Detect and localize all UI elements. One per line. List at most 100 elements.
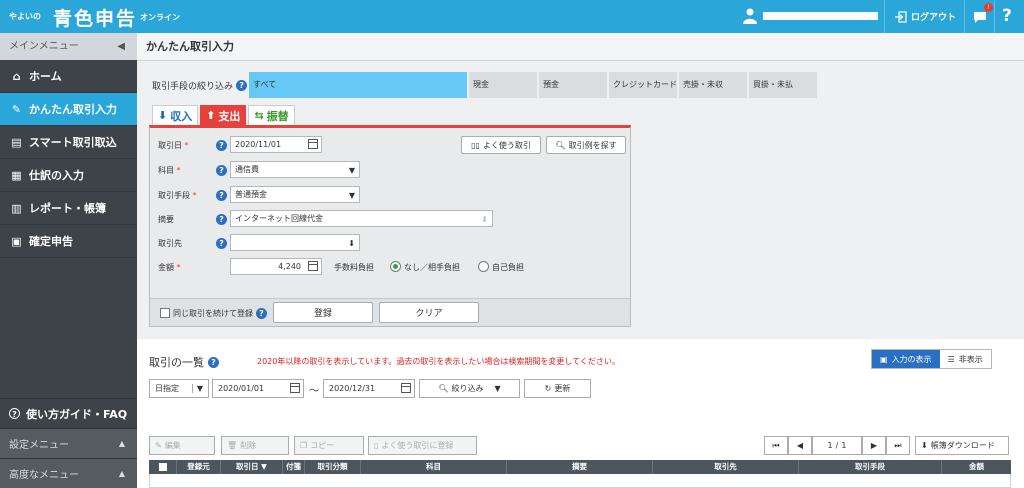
- sidebar-item-home[interactable]: ⌂ ホーム: [0, 60, 137, 93]
- last-page-button[interactable]: ⏭: [886, 436, 910, 455]
- fee-none-radio[interactable]: [390, 261, 401, 272]
- prev-page-icon: ◀: [796, 441, 804, 450]
- delete-button[interactable]: 🗑︎ 削除: [221, 436, 289, 455]
- show-input-button[interactable]: ▣ 入力の表示: [872, 350, 940, 368]
- column-header[interactable]: 取引先: [653, 460, 799, 474]
- account-select[interactable]: 通信費 ▼: [230, 161, 360, 178]
- calculator-icon[interactable]: [308, 261, 318, 271]
- filter-tab-receivable[interactable]: 売掛・未収: [679, 72, 749, 98]
- help-icon[interactable]: ?: [216, 214, 227, 225]
- help-icon[interactable]: ?: [216, 190, 227, 201]
- frequent-transactions-button[interactable]: ▯▯ よく使う取引: [461, 136, 541, 154]
- search-icon: 🔍︎: [438, 384, 449, 393]
- summary-row: 摘要: [158, 210, 220, 228]
- partner-row: 取引先: [158, 234, 220, 252]
- download-button-label: 帳簿ダウンロード: [930, 441, 995, 450]
- select-all-checkbox[interactable]: [158, 463, 167, 471]
- clear-button[interactable]: クリア: [379, 302, 479, 323]
- tab-expense[interactable]: ⬆ 支出: [200, 105, 247, 125]
- filter-tab-deposit[interactable]: 預金: [539, 72, 609, 98]
- refresh-button[interactable]: ↻ 更新: [524, 379, 591, 398]
- download-ledger-button[interactable]: ⬇ 帳簿ダウンロード: [915, 436, 1009, 455]
- sidebar-item-journal[interactable]: ▦ 仕訳の入力: [0, 159, 137, 192]
- filter-tab-credit-card[interactable]: クレジットカード: [609, 72, 679, 98]
- filter-button[interactable]: 🔍︎ 絞り込み ▼: [419, 379, 520, 398]
- continue-checkbox[interactable]: [160, 308, 170, 318]
- method-row: 取引手段 *: [158, 186, 220, 204]
- advanced-menu[interactable]: 高度なメニュー ▲: [0, 458, 137, 488]
- calendar-icon[interactable]: [401, 383, 411, 393]
- list-notice: 2020年以降の取引を表示しています。過去の取引を表示したい場合は検索期間を変更…: [257, 357, 620, 366]
- sidebar-item-reports[interactable]: ▥ レポート・帳簿: [0, 192, 137, 225]
- user-icon[interactable]: [743, 8, 757, 24]
- column-header[interactable]: 金額: [942, 460, 1011, 474]
- trash-icon: 🗑︎: [227, 441, 238, 450]
- next-page-button[interactable]: ▶: [862, 436, 886, 455]
- tab-income[interactable]: ⬇ 収入: [152, 105, 199, 125]
- settings-menu[interactable]: 設定メニュー ▲: [0, 428, 137, 458]
- column-header[interactable]: 取引日 ▼: [221, 460, 283, 474]
- sidebar-item-smart-import[interactable]: ▤ スマート取引取込: [0, 126, 137, 159]
- list-title-wrap: 取引の一覧 ?: [149, 354, 219, 370]
- transaction-type-tabs: ⬇ 収入 ⬆ 支出 ⇆ 振替: [152, 105, 295, 125]
- save-frequent-button[interactable]: ▯ よく使う取引に登録: [368, 436, 477, 455]
- help-icon[interactable]: ?: [216, 238, 227, 249]
- edit-button[interactable]: ✎ 編集: [149, 436, 215, 455]
- help-icon[interactable]: ?: [1002, 6, 1012, 26]
- select-all-checkbox-cell[interactable]: [149, 460, 177, 474]
- calendar-icon[interactable]: [308, 139, 318, 149]
- download-arrow-icon[interactable]: ⬇: [348, 236, 355, 251]
- register-button[interactable]: 登録: [273, 302, 373, 323]
- sidebar-item-easy-entry[interactable]: ✎ かんたん取引入力: [0, 93, 137, 126]
- hide-input-button[interactable]: ☰ 非表示: [940, 350, 991, 368]
- collapse-menu-icon[interactable]: ◀: [117, 33, 125, 60]
- date-value: 2020/11/01: [235, 140, 282, 149]
- sidebar-item-tax-return[interactable]: ▣ 確定申告: [0, 225, 137, 258]
- find-examples-button[interactable]: 🔍︎ 取引例を探す: [546, 136, 626, 154]
- fee-self-radio[interactable]: [478, 261, 489, 272]
- column-header[interactable]: 取引分類: [305, 460, 361, 474]
- filter-tab-payable[interactable]: 買掛・未払: [749, 72, 819, 98]
- logo[interactable]: 青色申告: [53, 4, 137, 31]
- logout-button[interactable]: ログアウト: [895, 10, 956, 23]
- chevron-down-icon: ▼: [191, 384, 203, 393]
- help-icon[interactable]: ?: [256, 308, 267, 319]
- date-from-input[interactable]: 2020/01/01: [212, 379, 304, 398]
- tab-transfer[interactable]: ⇆ 振替: [248, 105, 295, 125]
- help-icon[interactable]: ?: [236, 79, 248, 91]
- help-icon[interactable]: ?: [216, 140, 227, 151]
- help-icon[interactable]: ?: [208, 356, 219, 368]
- copy-button[interactable]: ❐ コピー: [294, 436, 364, 455]
- filter-tab-all[interactable]: すべて: [249, 72, 469, 98]
- calendar-icon[interactable]: [290, 383, 300, 393]
- table-header: 登録元 取引日 ▼ 付箋 取引分類 科目 摘要 取引先 取引手段 金額: [149, 460, 1011, 474]
- method-select[interactable]: 普通預金 ▼: [230, 186, 360, 203]
- guide-faq-link[interactable]: ? 使い方ガイド・FAQ: [0, 398, 137, 428]
- column-header[interactable]: 摘要: [507, 460, 653, 474]
- date-from-value: 2020/01/01: [218, 384, 265, 393]
- chevron-down-icon: ▼: [494, 384, 501, 393]
- divider: [884, 0, 885, 33]
- main-content: かんたん取引入力 取引手段の絞り込み ? すべて 現金 預金 クレジットカード …: [137, 33, 1024, 488]
- summary-input[interactable]: インターネット回線代金 ⬇: [230, 210, 493, 227]
- date-to-input[interactable]: 2020/12/31: [323, 379, 415, 398]
- download-arrow-icon[interactable]: ⬇: [481, 212, 488, 227]
- delete-button-label: 削除: [240, 441, 257, 450]
- date-input[interactable]: 2020/11/01: [230, 136, 322, 153]
- pencil-icon: ✎: [155, 441, 162, 450]
- prev-page-button[interactable]: ◀: [788, 436, 812, 455]
- column-header[interactable]: 取引手段: [799, 460, 942, 474]
- amount-input[interactable]: 4,240: [230, 258, 322, 275]
- sidebar-item-label: 仕訳の入力: [29, 169, 84, 182]
- column-header[interactable]: 登録元: [177, 460, 221, 474]
- first-page-button[interactable]: ⏮: [764, 436, 788, 455]
- help-icon[interactable]: ?: [216, 165, 227, 176]
- user-name[interactable]: [763, 12, 878, 20]
- column-header[interactable]: 科目: [361, 460, 507, 474]
- notification-badge: !: [984, 3, 993, 12]
- column-header[interactable]: 付箋: [283, 460, 305, 474]
- date-mode-select[interactable]: 日指定 ▼: [149, 379, 209, 398]
- partner-input[interactable]: ⬇: [230, 234, 360, 251]
- filter-tab-cash[interactable]: 現金: [469, 72, 539, 98]
- hide-input-label: 非表示: [958, 354, 983, 364]
